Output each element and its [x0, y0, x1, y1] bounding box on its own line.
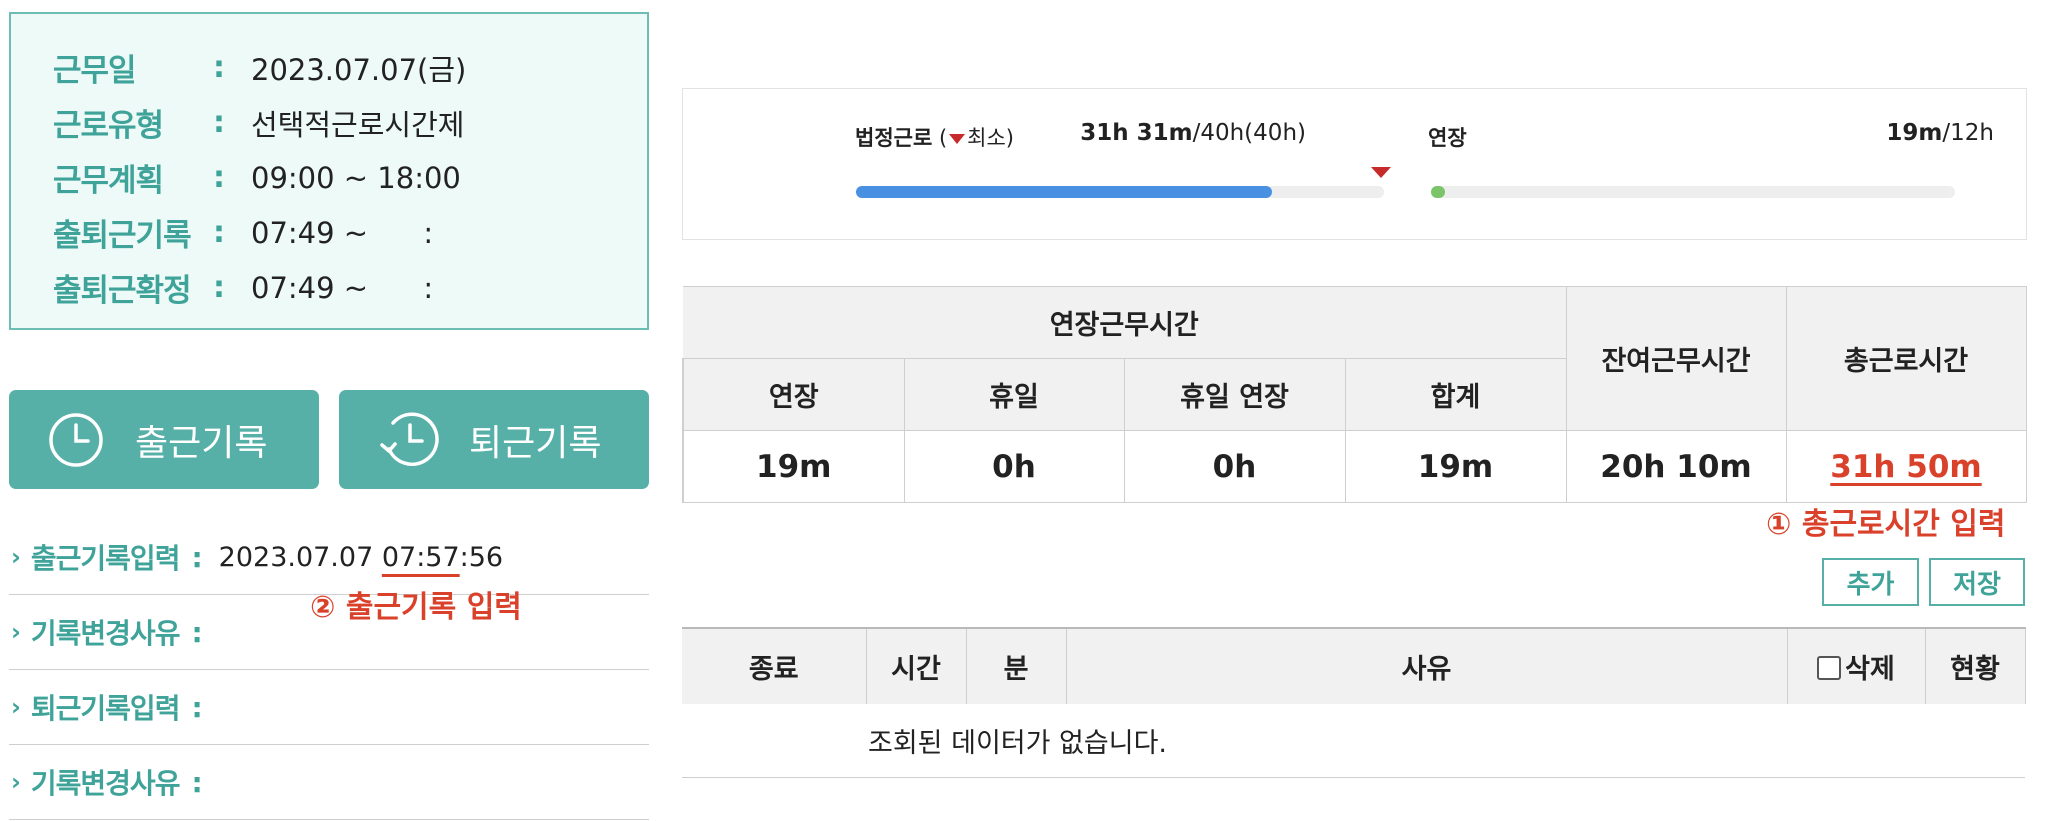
- total-hours-header: 총근로시간: [1785, 286, 2027, 431]
- holiday-header: 휴일: [903, 358, 1125, 431]
- info-value: 07:49 ~ :: [251, 270, 434, 305]
- check-out-button-label: 퇴근기록: [469, 422, 602, 464]
- clock-icon: [49, 412, 103, 467]
- work-time-summary-table: 연장근무시간 잔여근무시간 총근로시간 연장 휴일 휴일 연장 합계 19m 0…: [682, 286, 2027, 503]
- min-marker-icon: [1371, 167, 1391, 178]
- info-colon: :: [213, 160, 225, 195]
- legal-hours-progress-bar: [856, 186, 1384, 198]
- legal-hours-progress-fill: [856, 186, 1273, 198]
- legal-hours-target: 40h: [1253, 120, 1298, 146]
- work-hours-progress-panel: 법정근로 ( 최소) 31h 31m/40h(40h) 연장 19m/12h: [682, 88, 2027, 240]
- work-info-panel: 근무일 : 2023.07.07(금) 근로유형 : 선택적근로시간제 근무계획…: [9, 12, 649, 330]
- info-label: 근로유형: [53, 108, 164, 144]
- info-row-attendance-record: 출퇴근기록 : 07:49 ~ :: [53, 205, 647, 260]
- min-marker-icon: [949, 134, 966, 144]
- check-in-hour-minute[interactable]: 07:57: [382, 542, 460, 573]
- chevron-right-icon: ›: [11, 543, 21, 571]
- info-value: 09:00 ~ 18:00: [251, 160, 461, 195]
- legal-hours-limit: /40h(: [1192, 120, 1254, 146]
- info-colon: :: [213, 215, 225, 250]
- legal-hours-value: 31h 31m/40h(40h): [1080, 120, 1306, 146]
- overtime-request-table: 종료 시간 분 사유 삭제 현황 조회된 데이터가 없습니다.: [682, 627, 2026, 778]
- check-in-button[interactable]: 출근기록: [9, 390, 319, 489]
- overtime-label: 연장: [1428, 126, 1467, 150]
- clock-history-icon: [380, 412, 439, 466]
- holiday-overtime-header: 휴일 연장: [1123, 358, 1346, 431]
- info-row-attendance-confirmed: 출퇴근확정 : 07:49 ~ :: [53, 260, 647, 315]
- info-label: 근무일: [53, 53, 137, 89]
- holiday-overtime-value-cell: 0h: [1123, 430, 1346, 503]
- record-colon: :: [191, 615, 203, 649]
- overtime-header: 연장: [682, 358, 905, 431]
- remaining-hours-header: 잔여근무시간: [1565, 286, 1787, 431]
- hour-column-header: 시간: [865, 627, 967, 704]
- check-out-button[interactable]: 퇴근기록: [339, 390, 649, 489]
- chevron-right-icon: ›: [11, 693, 21, 721]
- select-all-checkbox[interactable]: [1817, 656, 1842, 680]
- info-label: 근무계획: [53, 163, 164, 199]
- minute-column-header: 분: [965, 627, 1067, 704]
- sum-header: 합계: [1344, 358, 1567, 431]
- reason-column-header: 사유: [1065, 627, 1788, 704]
- overtime-progress-fill: [1431, 186, 1445, 198]
- legal-hours-label: 법정근로 ( 최소): [855, 122, 1014, 152]
- info-label: 출퇴근기록: [53, 218, 192, 254]
- remaining-hours-value-cell: 20h 10m: [1565, 430, 1787, 503]
- delete-column-label: 삭제: [1845, 654, 1895, 685]
- end-column-header: 종료: [682, 627, 867, 704]
- overtime-value: 19m/12h: [1886, 120, 1994, 146]
- change-reason-row-2: › 기록변경사유 :: [9, 745, 649, 820]
- check-in-input-label: 출근기록입력: [30, 542, 181, 575]
- legal-hours-paren-end: ): [1297, 120, 1306, 146]
- status-column-header: 현황: [1924, 627, 2026, 704]
- save-button[interactable]: 저장: [1929, 558, 2025, 606]
- record-colon: :: [191, 540, 203, 574]
- info-value: 07:49 ~ :: [251, 215, 434, 250]
- record-colon: :: [191, 765, 203, 799]
- check-in-date: 2023.07.07: [218, 541, 382, 573]
- info-colon: :: [213, 105, 225, 140]
- chevron-right-icon: ›: [11, 618, 21, 646]
- info-colon: :: [213, 50, 225, 85]
- delete-column-header: 삭제: [1786, 627, 1926, 704]
- legal-hours-min-label: 최소: [967, 126, 1006, 150]
- info-row-work-plan: 근무계획 : 09:00 ~ 18:00: [53, 150, 647, 205]
- info-colon: :: [213, 270, 225, 305]
- info-row-workday: 근무일 : 2023.07.07(금): [53, 40, 647, 95]
- record-colon: :: [191, 690, 203, 724]
- add-button[interactable]: 추가: [1822, 558, 1919, 606]
- change-reason-label: 기록변경사유: [30, 617, 181, 650]
- info-value: 선택적근로시간제: [251, 107, 465, 142]
- annotation-check-in: ② 출근기록 입력: [310, 590, 522, 625]
- empty-message: 조회된 데이터가 없습니다.: [682, 704, 2025, 778]
- sum-value-cell: 19m: [1344, 430, 1567, 503]
- total-hours-input[interactable]: 31h 50m: [1785, 430, 2027, 503]
- overtime-limit: /12h: [1942, 120, 1994, 146]
- check-in-button-label: 출근기록: [135, 422, 268, 464]
- annotation-total-hours: ① 총근로시간 입력: [1766, 507, 2006, 542]
- overtime-used: 19m: [1886, 120, 1943, 146]
- legal-hours-title: 법정근로: [855, 126, 933, 150]
- legal-hours-paren-close: ): [1005, 126, 1014, 150]
- info-label: 출퇴근확정: [53, 273, 192, 309]
- holiday-value-cell: 0h: [903, 430, 1125, 503]
- chevron-right-icon: ›: [11, 768, 21, 796]
- info-value: 2023.07.07(금): [251, 52, 467, 87]
- overtime-progress-bar: [1431, 186, 1955, 198]
- check-in-input-value[interactable]: 2023.07.07 07:57:56: [219, 542, 503, 573]
- overtime-value-cell: 19m: [682, 430, 905, 503]
- change-reason-label: 기록변경사유: [30, 767, 181, 800]
- check-in-seconds: :56: [459, 541, 504, 573]
- legal-hours-used: 31h 31m: [1080, 120, 1193, 146]
- check-out-input-row: › 퇴근기록입력 :: [9, 670, 649, 745]
- legal-hours-paren-open: (: [932, 126, 948, 150]
- info-row-work-type: 근로유형 : 선택적근로시간제: [53, 95, 647, 150]
- check-out-input-label: 퇴근기록입력: [30, 692, 181, 725]
- overtime-group-header: 연장근무시간: [683, 286, 1567, 359]
